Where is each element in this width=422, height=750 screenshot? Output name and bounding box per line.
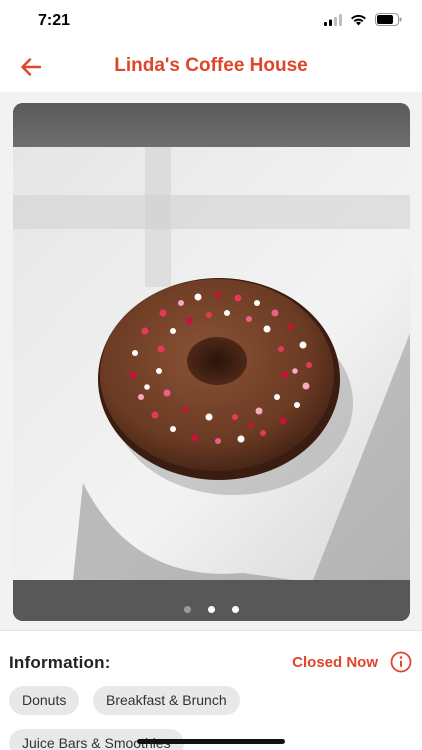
status-icons: [324, 13, 402, 26]
divider: [0, 630, 422, 631]
open-status[interactable]: Closed Now: [292, 651, 412, 673]
wifi-icon: [351, 14, 366, 25]
battery-icon: [375, 13, 402, 26]
navigation-header: Linda's Coffee House: [0, 44, 422, 90]
info-icon[interactable]: [390, 651, 412, 673]
photo-carousel[interactable]: [13, 103, 410, 621]
donut-photo: [13, 103, 410, 621]
status-time: 7:21: [38, 12, 71, 29]
category-chip-breakfast-brunch[interactable]: Breakfast & Brunch: [93, 686, 240, 715]
status-bar: 7:21: [0, 0, 422, 44]
carousel-pagination: [0, 606, 422, 613]
page-dot-1[interactable]: [183, 606, 191, 613]
page-dot-2[interactable]: [207, 606, 215, 613]
page-title: Linda's Coffee House: [114, 55, 308, 76]
information-heading: Information:: [9, 653, 111, 672]
category-chip-donuts[interactable]: Donuts: [9, 686, 80, 715]
cellular-signal-icon: [324, 13, 342, 26]
closed-now-label: Closed Now: [292, 653, 378, 671]
home-indicator: [137, 739, 285, 744]
page-dot-3[interactable]: [231, 606, 239, 613]
